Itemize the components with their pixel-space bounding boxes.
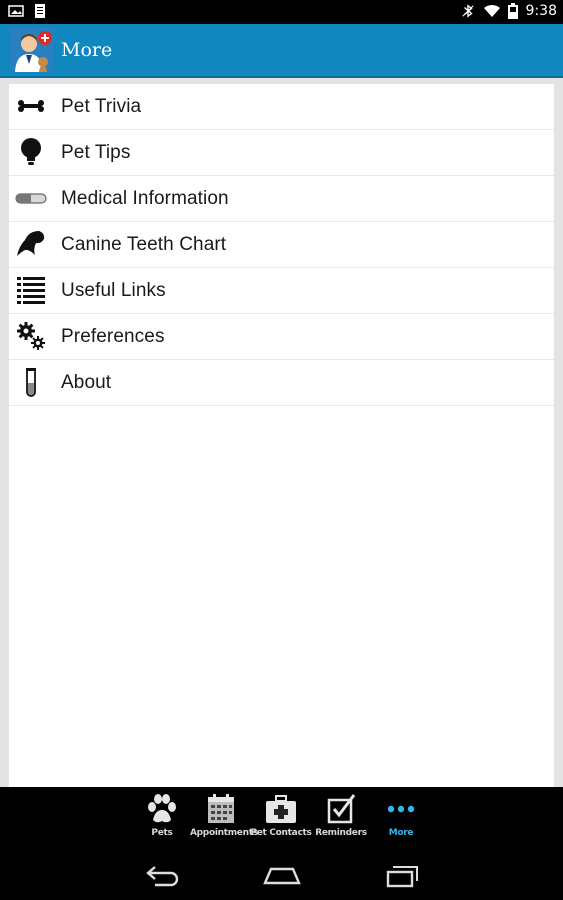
- back-icon[interactable]: [141, 861, 185, 889]
- battery-icon: [507, 3, 518, 19]
- tab-pet-contacts[interactable]: Pet Contacts: [250, 793, 312, 845]
- capsule-icon: [15, 182, 47, 214]
- menu-item-label: Pet Tips: [61, 142, 131, 163]
- paw-icon: [148, 794, 176, 823]
- menu-item-label: About: [61, 372, 112, 393]
- tab-label: More: [388, 828, 414, 838]
- more-dots-icon: [387, 805, 415, 813]
- tab-label: Appointments: [190, 828, 258, 838]
- menu-item-medical-information[interactable]: Medical Information: [9, 176, 554, 222]
- system-nav-bar: [0, 849, 563, 900]
- calendar-icon: [208, 794, 234, 823]
- recent-apps-icon[interactable]: [381, 861, 425, 889]
- more-menu-list: Pet Trivia Pet Tips Medical Information …: [9, 84, 554, 406]
- lightbulb-icon: [15, 136, 47, 168]
- app-logo-icon[interactable]: [10, 28, 54, 72]
- wifi-icon: [483, 4, 500, 18]
- menu-card: Pet Trivia Pet Tips Medical Information …: [9, 84, 554, 787]
- tab-appointments[interactable]: Appointments: [190, 793, 258, 845]
- menu-item-canine-teeth-chart[interactable]: Canine Teeth Chart: [9, 222, 554, 268]
- tab-label: Pet Contacts: [250, 828, 312, 838]
- list-icon: [15, 274, 47, 306]
- tab-label: Pets: [151, 828, 173, 838]
- menu-item-useful-links[interactable]: Useful Links: [9, 268, 554, 314]
- menu-item-about[interactable]: About: [9, 360, 554, 406]
- status-bar: 9:38: [0, 0, 563, 24]
- home-icon[interactable]: [260, 861, 304, 889]
- tab-pets[interactable]: Pets: [131, 793, 193, 845]
- menu-item-preferences[interactable]: Preferences: [9, 314, 554, 360]
- notification-doc-icon: [35, 4, 45, 18]
- action-bar: More: [0, 24, 563, 78]
- menu-item-label: Medical Information: [61, 188, 229, 209]
- notification-image-icon: [8, 5, 24, 17]
- checkbox-icon: [327, 794, 356, 824]
- tab-more[interactable]: More: [370, 793, 432, 845]
- test-tube-icon: [15, 366, 47, 398]
- tooth-icon: [15, 228, 47, 260]
- bone-icon: [15, 90, 47, 122]
- menu-item-label: Canine Teeth Chart: [61, 234, 227, 255]
- page-title: More: [61, 39, 113, 61]
- menu-item-label: Preferences: [61, 326, 165, 347]
- medkit-icon: [266, 795, 296, 823]
- tab-reminders[interactable]: Reminders: [310, 793, 372, 845]
- gears-icon: [15, 320, 47, 352]
- bottom-tab-bar: Pets Appointments Pet Contacts Reminders…: [0, 787, 563, 849]
- menu-item-label: Pet Trivia: [61, 96, 142, 117]
- bluetooth-icon: [461, 4, 474, 18]
- tab-label: Reminders: [315, 828, 367, 838]
- status-time: 9:38: [525, 3, 557, 19]
- menu-item-label: Useful Links: [61, 280, 166, 301]
- menu-item-pet-trivia[interactable]: Pet Trivia: [9, 84, 554, 130]
- menu-item-pet-tips[interactable]: Pet Tips: [9, 130, 554, 176]
